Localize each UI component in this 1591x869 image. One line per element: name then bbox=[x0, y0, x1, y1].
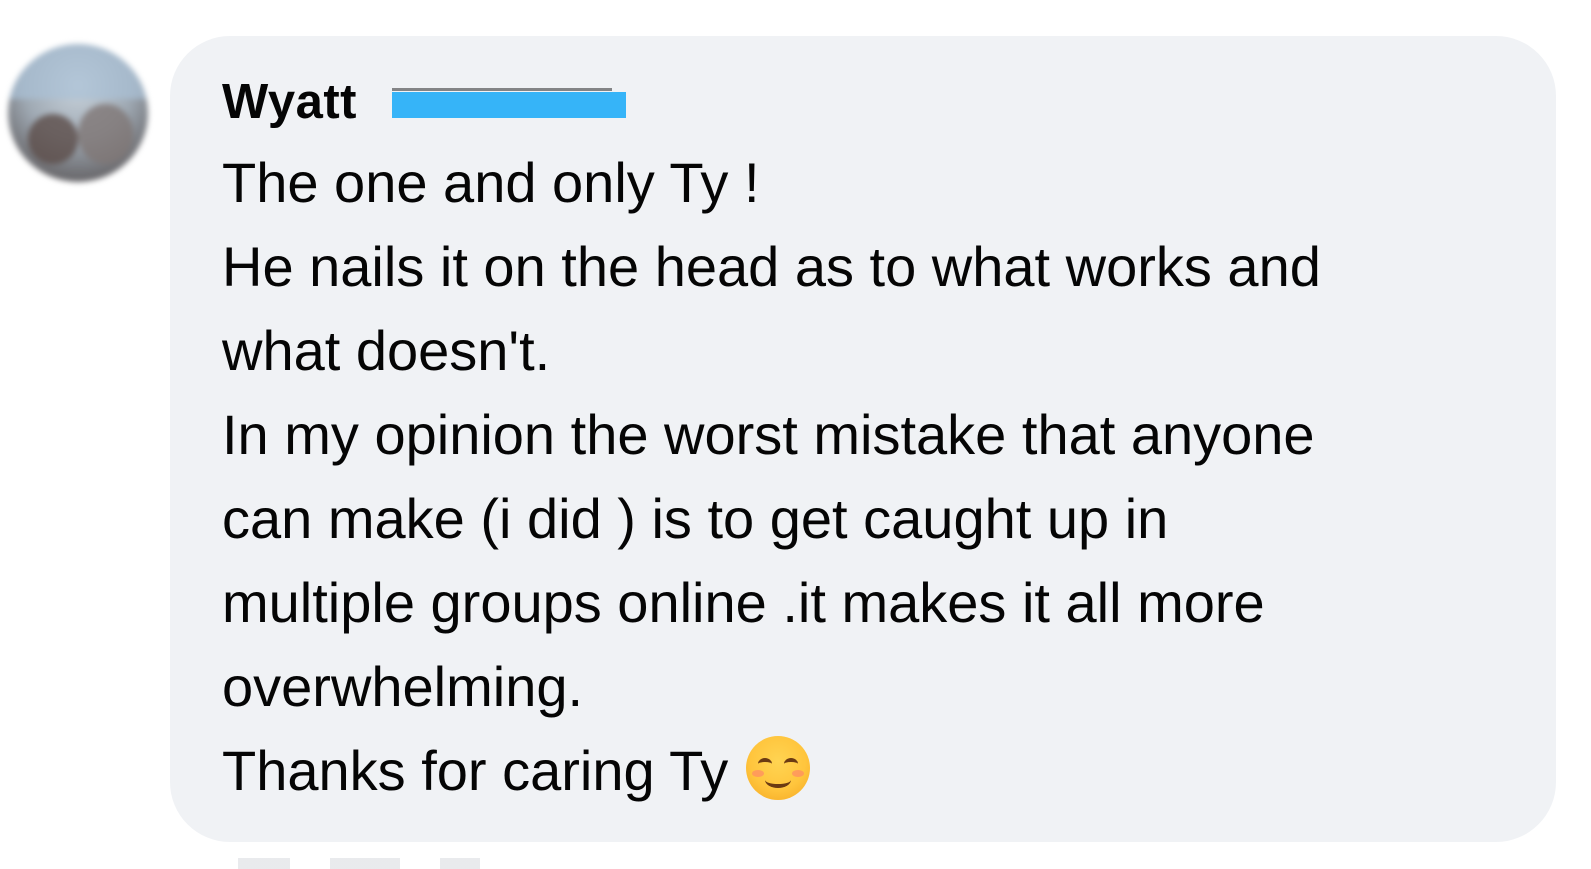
comment-line: overwhelming. bbox=[222, 655, 584, 718]
comment-line: The one and only Ty ! bbox=[222, 151, 760, 214]
comment-line: can make (i did ) is to get caught up in bbox=[222, 487, 1169, 550]
comment-line: In my opinion the worst mistake that any… bbox=[222, 403, 1315, 466]
comment-last-line: Thanks for caring Ty bbox=[222, 729, 1522, 813]
comment-line: multiple groups online .it makes it all … bbox=[222, 571, 1265, 634]
comment-line: what doesn't. bbox=[222, 319, 551, 382]
comment-line: Thanks for caring Ty bbox=[222, 739, 729, 802]
comment-text: The one and only Ty ! He nails it on the… bbox=[222, 141, 1522, 813]
author-name[interactable]: Wyatt bbox=[222, 74, 357, 130]
author-row: Wyatt bbox=[222, 72, 357, 132]
comment-actions-row bbox=[230, 858, 650, 869]
comment-line: He nails it on the head as to what works… bbox=[222, 235, 1321, 298]
redaction-bar bbox=[392, 88, 626, 118]
avatar[interactable] bbox=[8, 44, 148, 182]
comment: Wyatt The one and only Ty ! He nails it … bbox=[0, 0, 1591, 869]
smiling-face-emoji-icon bbox=[746, 736, 811, 800]
